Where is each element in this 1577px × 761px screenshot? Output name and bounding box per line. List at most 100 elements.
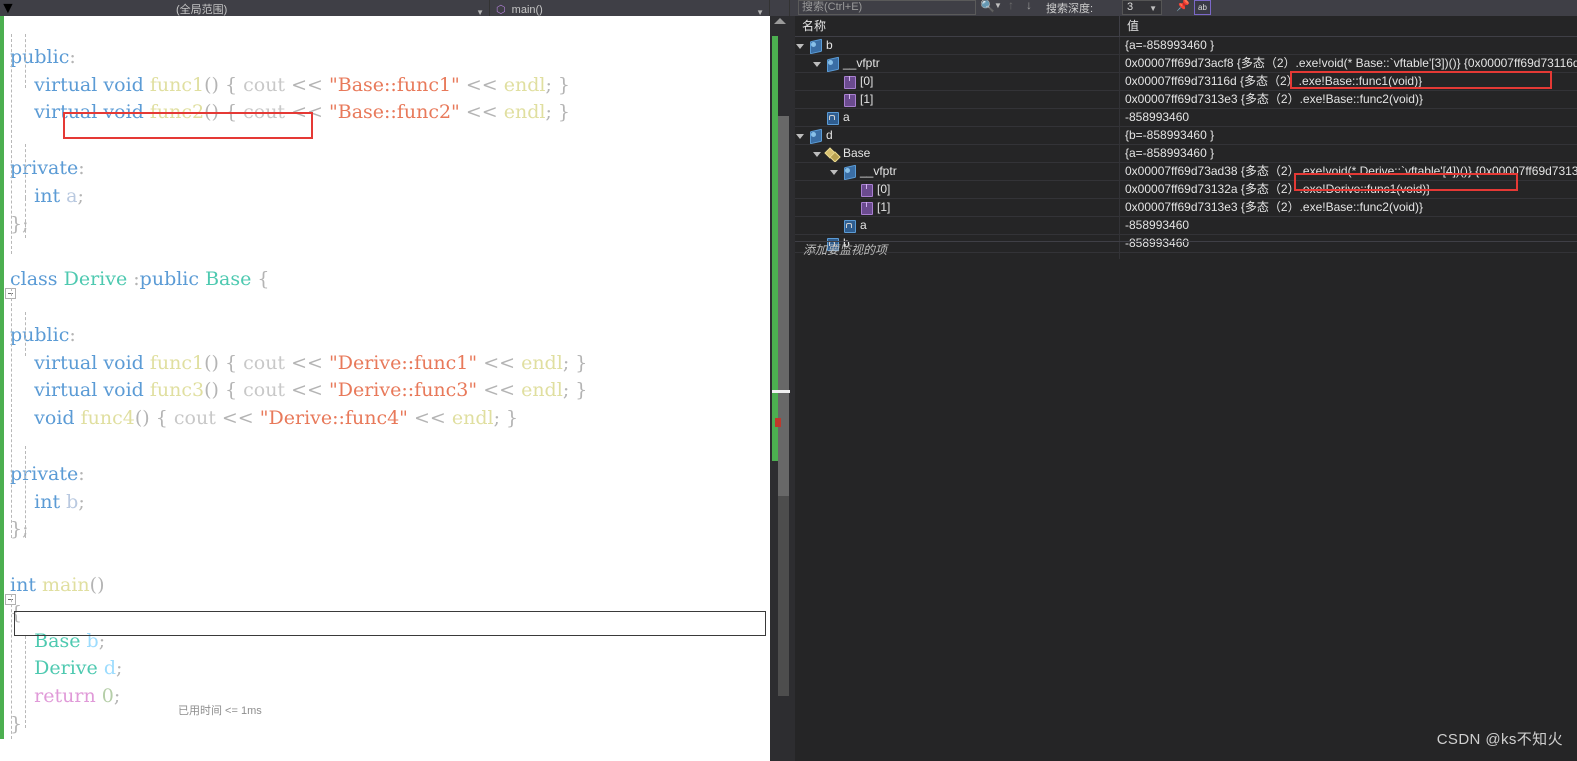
watch-row-name-cell[interactable]: a xyxy=(795,217,1120,234)
code-token: { xyxy=(218,379,244,402)
editor-vertical-scrollbar[interactable] xyxy=(770,16,790,761)
watch-row-value[interactable]: {a=-858993460 } xyxy=(1120,37,1577,54)
code-token: private xyxy=(10,156,79,179)
collapse-triangle-icon[interactable] xyxy=(813,152,821,157)
code-token: "Derive::func1" xyxy=(329,351,478,374)
code-token: () xyxy=(134,407,150,430)
column-header-name[interactable]: 名称 xyxy=(795,16,1120,36)
watch-row-name-cell[interactable]: [1] xyxy=(795,199,1120,216)
collapse-triangle-icon[interactable] xyxy=(796,44,804,49)
watch-row[interactable]: [1] 0x00007ff69d7313e3 {多态（2）.exe!Base::f… xyxy=(795,199,1577,217)
code-editor[interactable]: public: virtual void func1() { cout << "… xyxy=(0,16,770,761)
watch-row-value[interactable]: 0x00007ff69d73acf8 {多态（2）.exe!void(* Bas… xyxy=(1120,55,1577,72)
code-line: }; xyxy=(10,211,587,239)
code-line: int b; xyxy=(10,489,587,517)
code-token: "Base::func1" xyxy=(329,73,460,96)
code-token: << xyxy=(465,101,498,124)
pin-icon[interactable]: 📌 xyxy=(1176,0,1190,12)
collapse-triangle-icon[interactable] xyxy=(796,134,804,139)
code-token: virtual xyxy=(34,101,98,124)
column-header-value[interactable]: 值 xyxy=(1120,16,1577,36)
watch-row[interactable]: b {a=-858993460 } xyxy=(795,37,1577,55)
code-token: 0 xyxy=(101,685,114,708)
collapse-triangle-icon[interactable] xyxy=(830,170,838,175)
code-token: << xyxy=(291,101,323,124)
watch-row[interactable]: a -858993460 xyxy=(795,109,1577,127)
add-watch-placeholder[interactable]: 添加要监视的项 xyxy=(795,242,1120,259)
watch-row[interactable]: [1] 0x00007ff69d7313e3 {多态（2）.exe!Base::f… xyxy=(795,91,1577,109)
indent-guide xyxy=(25,198,27,238)
watch-row-value[interactable]: {b=-858993460 } xyxy=(1120,127,1577,144)
code-token: : xyxy=(69,45,76,68)
code-token: ; } xyxy=(545,73,571,96)
code-token: func4 xyxy=(80,407,135,430)
search-depth-label: 搜索深度: xyxy=(1046,3,1094,15)
watch-row-name-cell[interactable]: __vfptr xyxy=(795,55,1120,72)
code-line: private: xyxy=(10,461,587,489)
watch-row-value[interactable]: 0x00007ff69d7313e3 {多态（2）.exe!Base::func… xyxy=(1120,199,1577,216)
watch-row-value[interactable]: -858993460 xyxy=(1120,217,1577,234)
element-icon xyxy=(842,75,856,89)
code-token: ; } xyxy=(493,407,519,430)
watch-row-name-cell[interactable]: [0] xyxy=(795,73,1120,90)
add-watch-row[interactable]: 添加要监视的项 xyxy=(795,241,1577,260)
watch-row-value[interactable]: 0x00007ff69d73ad38 {多态（2）.exe!void(* Der… xyxy=(1120,163,1577,180)
nav-member-combo[interactable]: ⬡ main() ▼ xyxy=(490,0,770,16)
watch-row-name-cell[interactable]: Base xyxy=(795,145,1120,162)
nav-overflow[interactable] xyxy=(770,0,790,16)
indent-guide xyxy=(25,446,27,538)
watch-row-value[interactable]: 0x00007ff69d73132a {多态（2）.exe!Derive::fu… xyxy=(1120,181,1577,198)
search-icon[interactable]: 🔍 xyxy=(980,0,995,13)
watch-row-name-cell[interactable]: b xyxy=(795,37,1120,54)
collapse-triangle-icon[interactable] xyxy=(813,62,821,67)
chevron-down-icon[interactable]: ▼ xyxy=(994,1,1002,10)
nav-scope-combo[interactable]: (全局范围) ▼ xyxy=(170,0,490,16)
watermark: CSDN @ks不知火 xyxy=(1436,731,1563,748)
search-input[interactable]: 搜索(Ctrl+E) xyxy=(798,0,976,15)
code-token: : xyxy=(78,462,85,485)
scroll-up-arrow-icon[interactable] xyxy=(774,18,786,24)
code-token: endl xyxy=(451,407,494,430)
arrow-down-icon[interactable]: ↓ xyxy=(1026,0,1032,12)
code-token: void xyxy=(103,351,144,374)
watch-row-name-cell[interactable]: d xyxy=(795,127,1120,144)
code-token: void xyxy=(103,101,144,124)
code-token: int xyxy=(34,490,61,513)
search-depth-combo[interactable]: 3 ▼ xyxy=(1122,0,1162,15)
watch-row[interactable]: Base {a=-858993460 } xyxy=(795,145,1577,163)
code-token: { xyxy=(149,407,174,430)
code-token: cout xyxy=(243,73,286,96)
watch-row-name: [1] xyxy=(877,200,891,214)
watch-row-value[interactable]: 0x00007ff69d7313e3 {多态（2）.exe!Base::func… xyxy=(1120,91,1577,108)
watch-row-name-cell[interactable]: a xyxy=(795,109,1120,126)
code-token: << xyxy=(413,407,446,430)
watch-row-name-cell[interactable]: [1] xyxy=(795,91,1120,108)
watch-row[interactable]: [0] 0x00007ff69d73132a {多态（2）.exe!Derive:… xyxy=(795,181,1577,199)
watch-row[interactable]: __vfptr 0x00007ff69d73acf8 {多态（2）.exe!voi… xyxy=(795,55,1577,73)
watch-row-value[interactable]: {a=-858993460 } xyxy=(1120,145,1577,162)
scrollbar-lower-track[interactable] xyxy=(778,496,789,696)
watch-row-value[interactable]: 0x00007ff69d73116d {多态（2）.exe!Base::func… xyxy=(1120,73,1577,90)
code-line: virtual void func3() { cout << "Derive::… xyxy=(10,377,587,405)
arrow-up-icon[interactable]: ↑ xyxy=(1008,0,1014,12)
code-token: endl xyxy=(503,101,546,124)
scrollbar-thumb[interactable] xyxy=(778,116,789,496)
hex-display-icon[interactable]: ab xyxy=(1194,0,1211,15)
watch-row-name-cell[interactable]: [0] xyxy=(795,181,1120,198)
watch-row[interactable]: d {b=-858993460 } xyxy=(795,127,1577,145)
watch-row[interactable]: [0] 0x00007ff69d73116d {多态（2）.exe!Base::f… xyxy=(795,73,1577,91)
cube-icon xyxy=(825,56,839,72)
add-watch-value-cell[interactable] xyxy=(1120,242,1577,259)
code-token: endl xyxy=(521,351,563,374)
watch-row[interactable]: __vfptr 0x00007ff69d73ad38 {多态（2）.exe!voi… xyxy=(795,163,1577,181)
watch-row-name: [0] xyxy=(860,74,874,88)
nav-project-combo[interactable]: ▼ xyxy=(0,0,170,17)
watch-row-value[interactable]: -858993460 xyxy=(1120,109,1577,126)
watch-row[interactable]: a -858993460 xyxy=(795,217,1577,235)
watch-row-name-cell[interactable]: __vfptr xyxy=(795,163,1120,180)
code-token: << xyxy=(291,379,323,402)
watch-column-headers: 名称 值 xyxy=(795,16,1577,37)
code-token: << xyxy=(291,351,323,374)
